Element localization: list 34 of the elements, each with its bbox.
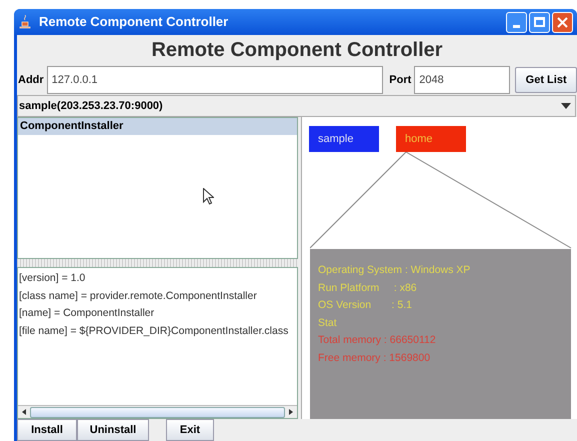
minimize-button[interactable] — [506, 12, 527, 32]
info-line: Operating System : Windows XP — [318, 263, 470, 278]
server-dropdown[interactable]: sample(203.253.23.70:9000) — [17, 95, 576, 117]
close-icon — [557, 16, 568, 28]
port-label: Port — [389, 72, 412, 88]
info-line: Stat — [318, 316, 337, 330]
port-field[interactable]: 2048 — [414, 66, 510, 94]
info-line: OS Version : 5.1 — [318, 298, 412, 313]
node-box[interactable]: sample — [309, 126, 379, 152]
maximize-button[interactable] — [529, 12, 550, 32]
addr-label: Addr — [18, 72, 44, 88]
horizontal-scrollbar[interactable] — [18, 405, 297, 418]
property-line: [version] = 1.0 — [19, 271, 86, 286]
addr-field[interactable]: 127.0.0.1 — [46, 66, 384, 94]
property-line: [name] = ComponentInstaller — [19, 306, 154, 321]
property-line: [file name] = ${PROVIDER_DIR}ComponentInstaller.class — [19, 324, 288, 338]
action-button[interactable]: Exit — [166, 419, 214, 441]
minimize-icon — [513, 24, 520, 28]
dropdown-arrow-icon — [561, 103, 571, 109]
action-button[interactable]: Install — [17, 419, 77, 441]
window-title: Remote Component Controller — [39, 13, 230, 32]
get-list-button[interactable]: Get List — [515, 67, 577, 93]
info-line: Free memory : 1569800 — [318, 350, 430, 366]
action-button[interactable]: Uninstall — [77, 419, 149, 441]
heading: Remote Component Controller — [150, 38, 444, 63]
info-line: Run Platform : x86 — [318, 280, 417, 296]
mouse-pointer-icon — [203, 188, 214, 205]
info-line: Total memory : 66650112 — [318, 333, 436, 348]
splitter-handle[interactable] — [17, 259, 298, 267]
property-line: [class name] = provider.remote.ComponentInstaller — [19, 288, 257, 304]
list-item[interactable]: ComponentInstaller — [18, 118, 297, 135]
cup-icon — [19, 15, 31, 29]
maximize-icon — [534, 17, 545, 27]
close-button[interactable] — [552, 12, 573, 32]
